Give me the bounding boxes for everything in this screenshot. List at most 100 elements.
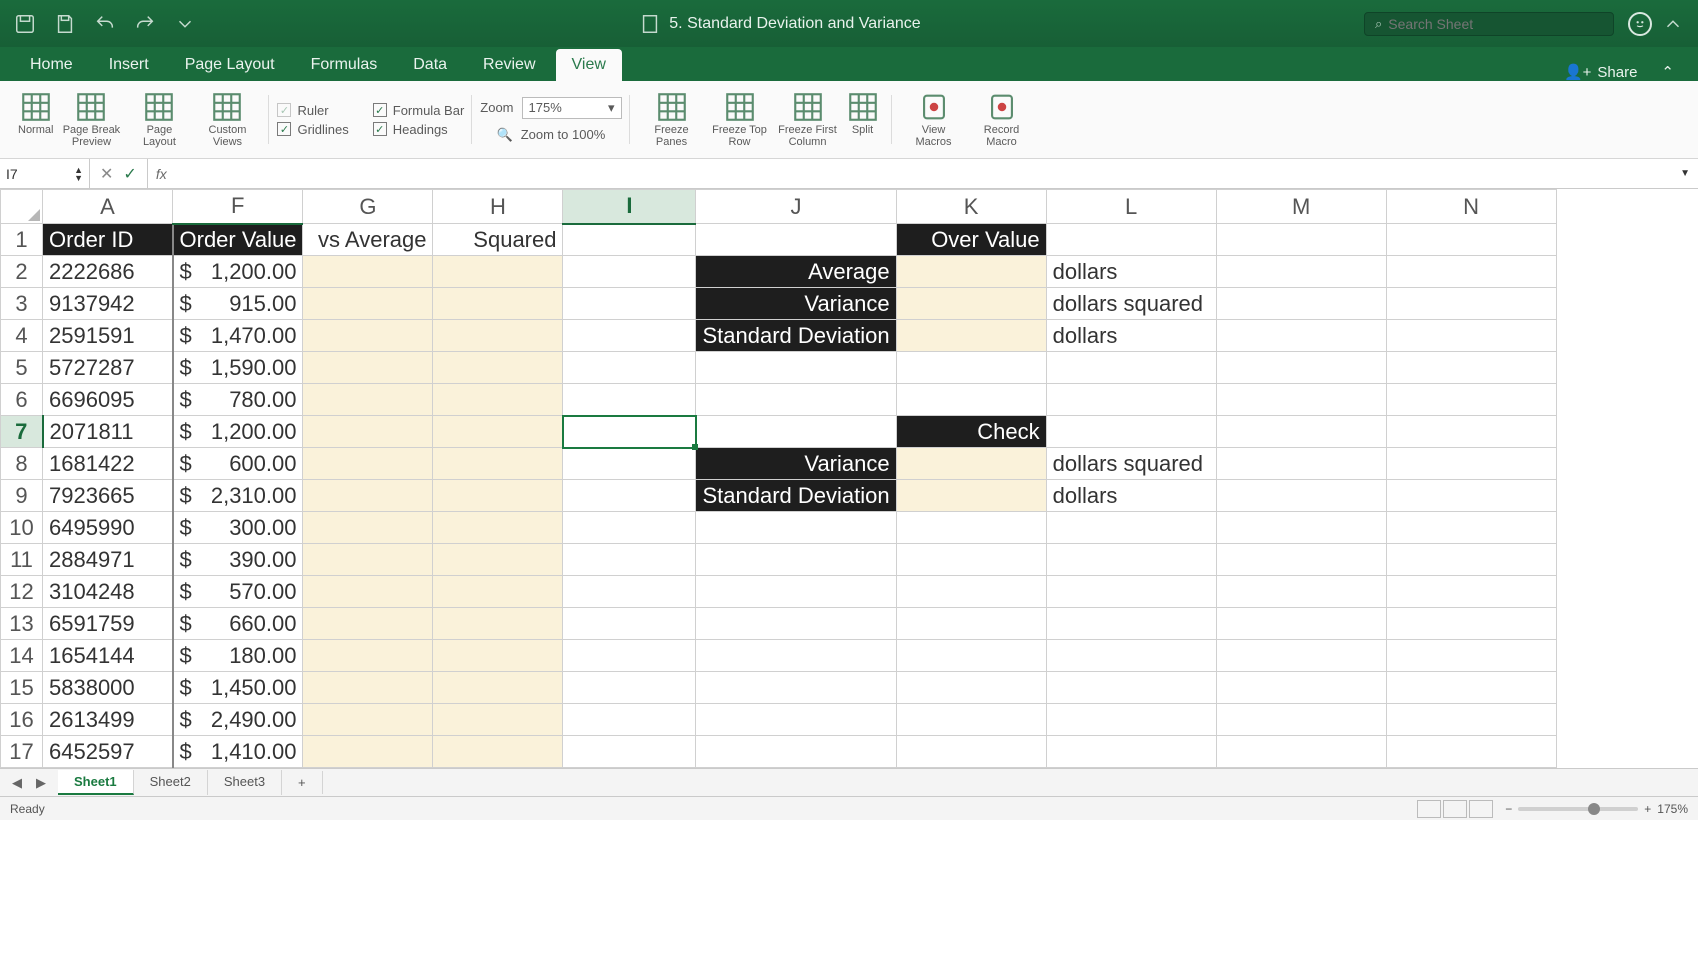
cell-N10[interactable]	[1386, 512, 1556, 544]
cell-K3[interactable]	[896, 288, 1046, 320]
freeze-panes-button[interactable]: Freeze Panes	[638, 90, 706, 150]
cell-J15[interactable]	[696, 672, 896, 704]
custom-views-button[interactable]: Custom Views	[193, 90, 261, 150]
cell-G12[interactable]	[303, 576, 433, 608]
cell-M12[interactable]	[1216, 576, 1386, 608]
cell-I14[interactable]	[563, 640, 696, 672]
cell-I11[interactable]	[563, 544, 696, 576]
cell-F12[interactable]: $570.00	[173, 576, 303, 608]
cell-I5[interactable]	[563, 352, 696, 384]
cell-L7[interactable]	[1046, 416, 1216, 448]
col-header-N[interactable]: N	[1386, 190, 1556, 224]
cell-G1[interactable]: vs Average	[303, 224, 433, 256]
cell-H12[interactable]	[433, 576, 563, 608]
cell-G13[interactable]	[303, 608, 433, 640]
cell-H4[interactable]	[433, 320, 563, 352]
expand-formula-icon[interactable]: ▼	[1672, 168, 1698, 179]
normal-button[interactable]: Normal	[14, 90, 57, 150]
cell-G5[interactable]	[303, 352, 433, 384]
cell-N2[interactable]	[1386, 256, 1556, 288]
cell-N3[interactable]	[1386, 288, 1556, 320]
row-header-11[interactable]: 11	[1, 544, 43, 576]
cell-L14[interactable]	[1046, 640, 1216, 672]
cell-F7[interactable]: $1,200.00	[173, 416, 303, 448]
cell-I12[interactable]	[563, 576, 696, 608]
cell-H9[interactable]	[433, 480, 563, 512]
cell-L1[interactable]	[1046, 224, 1216, 256]
select-all-corner[interactable]	[1, 190, 43, 224]
cell-F11[interactable]: $390.00	[173, 544, 303, 576]
zoom-select[interactable]: 175%▾	[522, 97, 622, 119]
freeze-first-column-button[interactable]: Freeze First Column	[774, 90, 842, 150]
cell-G2[interactable]	[303, 256, 433, 288]
cell-H6[interactable]	[433, 384, 563, 416]
cell-K5[interactable]	[896, 352, 1046, 384]
cell-M4[interactable]	[1216, 320, 1386, 352]
cell-G7[interactable]	[303, 416, 433, 448]
row-header-17[interactable]: 17	[1, 736, 43, 768]
col-header-K[interactable]: K	[896, 190, 1046, 224]
zoom-out-button[interactable]: −	[1505, 802, 1512, 816]
cell-F1[interactable]: Order Value	[173, 224, 303, 256]
cell-M6[interactable]	[1216, 384, 1386, 416]
row-header-1[interactable]: 1	[1, 224, 43, 256]
cell-G8[interactable]	[303, 448, 433, 480]
tab-review[interactable]: Review	[467, 49, 551, 81]
zoom-in-button[interactable]: +	[1644, 802, 1651, 816]
tab-page-layout[interactable]: Page Layout	[169, 49, 291, 81]
cell-I13[interactable]	[563, 608, 696, 640]
cell-K6[interactable]	[896, 384, 1046, 416]
cell-L9[interactable]: dollars	[1046, 480, 1216, 512]
cell-J10[interactable]	[696, 512, 896, 544]
cell-L12[interactable]	[1046, 576, 1216, 608]
cell-K2[interactable]	[896, 256, 1046, 288]
cell-L8[interactable]: dollars squared	[1046, 448, 1216, 480]
cell-N5[interactable]	[1386, 352, 1556, 384]
col-header-J[interactable]: J	[696, 190, 896, 224]
cell-M17[interactable]	[1216, 736, 1386, 768]
cell-G16[interactable]	[303, 704, 433, 736]
view-macros-button[interactable]: View Macros	[900, 90, 968, 150]
cell-N16[interactable]	[1386, 704, 1556, 736]
cell-A11[interactable]: 2884971	[43, 544, 173, 576]
row-header-6[interactable]: 6	[1, 384, 43, 416]
sheet-tab-sheet1[interactable]: Sheet1	[58, 770, 134, 795]
cell-G4[interactable]	[303, 320, 433, 352]
cell-M3[interactable]	[1216, 288, 1386, 320]
save-icon[interactable]	[54, 13, 76, 35]
cell-M11[interactable]	[1216, 544, 1386, 576]
cell-A10[interactable]: 6495990	[43, 512, 173, 544]
cell-G10[interactable]	[303, 512, 433, 544]
cell-N11[interactable]	[1386, 544, 1556, 576]
cell-L11[interactable]	[1046, 544, 1216, 576]
name-box[interactable]: I7 ▲▼	[0, 159, 90, 188]
cell-G11[interactable]	[303, 544, 433, 576]
cell-A4[interactable]: 2591591	[43, 320, 173, 352]
headings-checkbox[interactable]: ✓Headings	[373, 120, 465, 139]
cell-J17[interactable]	[696, 736, 896, 768]
row-header-4[interactable]: 4	[1, 320, 43, 352]
row-header-13[interactable]: 13	[1, 608, 43, 640]
cell-L5[interactable]	[1046, 352, 1216, 384]
cell-F14[interactable]: $180.00	[173, 640, 303, 672]
cell-K16[interactable]	[896, 704, 1046, 736]
cell-K13[interactable]	[896, 608, 1046, 640]
sheet-nav[interactable]: ◀▶	[0, 773, 58, 793]
cell-K11[interactable]	[896, 544, 1046, 576]
confirm-icon[interactable]: ✓	[123, 164, 136, 184]
cell-G3[interactable]	[303, 288, 433, 320]
cell-K9[interactable]	[896, 480, 1046, 512]
cell-J1[interactable]	[696, 224, 896, 256]
cell-F15[interactable]: $1,450.00	[173, 672, 303, 704]
cell-A7[interactable]: 2071811	[43, 416, 173, 448]
cell-J12[interactable]	[696, 576, 896, 608]
row-header-14[interactable]: 14	[1, 640, 43, 672]
row-header-9[interactable]: 9	[1, 480, 43, 512]
cell-K1[interactable]: Over Value	[896, 224, 1046, 256]
cell-A12[interactable]: 3104248	[43, 576, 173, 608]
cell-H2[interactable]	[433, 256, 563, 288]
cell-A1[interactable]: Order ID	[43, 224, 173, 256]
row-header-2[interactable]: 2	[1, 256, 43, 288]
cell-J7[interactable]	[696, 416, 896, 448]
cell-A8[interactable]: 1681422	[43, 448, 173, 480]
